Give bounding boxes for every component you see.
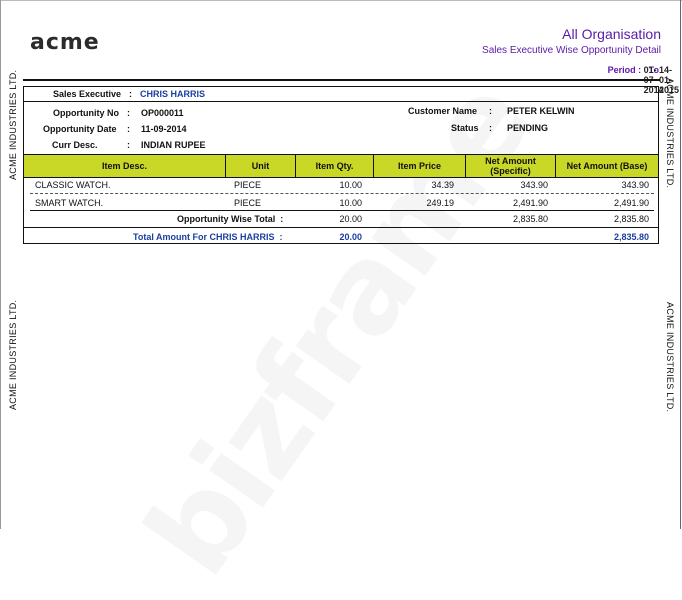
col-net-amount-base: Net Amount (Base) [555,155,658,177]
opp-no: OP000011 [141,108,184,118]
colon: : [489,123,492,133]
curr-desc: INDIAN RUPEE [141,140,206,150]
status-label: Status [451,123,479,133]
table-row-2-net-specific: 2,491.90 [512,198,548,208]
opp-total-net-specific: 2,835.80 [512,214,548,224]
colon: : [489,106,492,116]
table-row-1-unit: PIECE [234,180,262,190]
sales-exec-label: Sales Executive [53,89,122,99]
colon: : [127,124,130,134]
opp-no-label: Opportunity No [53,108,119,118]
colon: : [127,108,130,118]
side-label-left-top: ACME INDUSTRIES LTD. [8,69,18,180]
status-value: PENDING [507,123,549,133]
table-header: Item Desc. Unit Item Qty. Item Price Net… [24,154,658,178]
exec-total-label-text: Total Amount For CHRIS HARRIS [133,232,275,242]
col-item-desc: Item Desc. [101,161,148,171]
curr-label: Curr Desc. [52,140,98,150]
side-label-right-top: ACME INDUSTRIES LTD. [665,78,675,189]
opp-total-net-base: 2,835.80 [613,214,649,224]
page-border-top [0,0,682,1]
table-row-2-unit: PIECE [234,198,262,208]
table-row-1-qty: 10.00 [339,180,362,190]
opp-date: 11-09-2014 [141,124,187,134]
table-row-1-item: CLASSIC WATCH. [35,180,111,190]
table-row-1-price: 34.39 [431,180,454,190]
page-border-right [680,0,681,529]
colon: : [127,140,130,150]
table-row-1-net-base: 343.90 [621,180,649,190]
colon: : [129,89,132,99]
period-line: Period : 01-07-2014 To 14-01-2015 [607,65,679,95]
exec-total-qty: 20.00 [339,232,362,242]
row-divider [30,193,654,194]
page-border-left [0,0,1,529]
table-row-2-price: 249.19 [426,198,454,208]
col-item-price: Item Price [373,155,465,177]
col-unit: Unit [225,155,295,177]
exec-total-net-base: 2,835.80 [613,232,649,242]
header-rule [23,79,660,81]
side-label-left-bottom: ACME INDUSTRIES LTD. [8,299,18,410]
row-divider [30,210,654,211]
table-row-2-net-base: 2,491.90 [613,198,649,208]
side-label-right-bottom: ACME INDUSTRIES LTD. [665,302,675,413]
opp-total-label: Opportunity Wise Total : [177,214,284,224]
col-net-amount-specific: Net Amount (Specific) [465,155,555,177]
period-label: Period : [607,65,642,75]
org-name: All Organisation [562,26,661,42]
table-row-1-net-specific: 343.90 [520,180,548,190]
table-row-2-qty: 10.00 [339,198,362,208]
company-logo: acme [30,30,100,55]
col-item-qty: Item Qty. [295,155,373,177]
customer-label: Customer Name [408,106,478,116]
opp-total-qty: 20.00 [339,214,362,224]
opp-date-label: Opportunity Date [43,124,117,134]
sales-exec-name: CHRIS HARRIS [140,89,206,99]
exec-total-label: Total Amount For CHRIS HARRIS : [133,232,283,242]
table-row-2-item: SMART WATCH. [35,198,104,208]
report-title: Sales Executive Wise Opportunity Detail [482,45,661,56]
customer-name: PETER KELWIN [507,106,575,116]
total-divider [24,227,658,228]
opp-total-label-text: Opportunity Wise Total [177,214,276,224]
exec-divider [24,101,658,102]
